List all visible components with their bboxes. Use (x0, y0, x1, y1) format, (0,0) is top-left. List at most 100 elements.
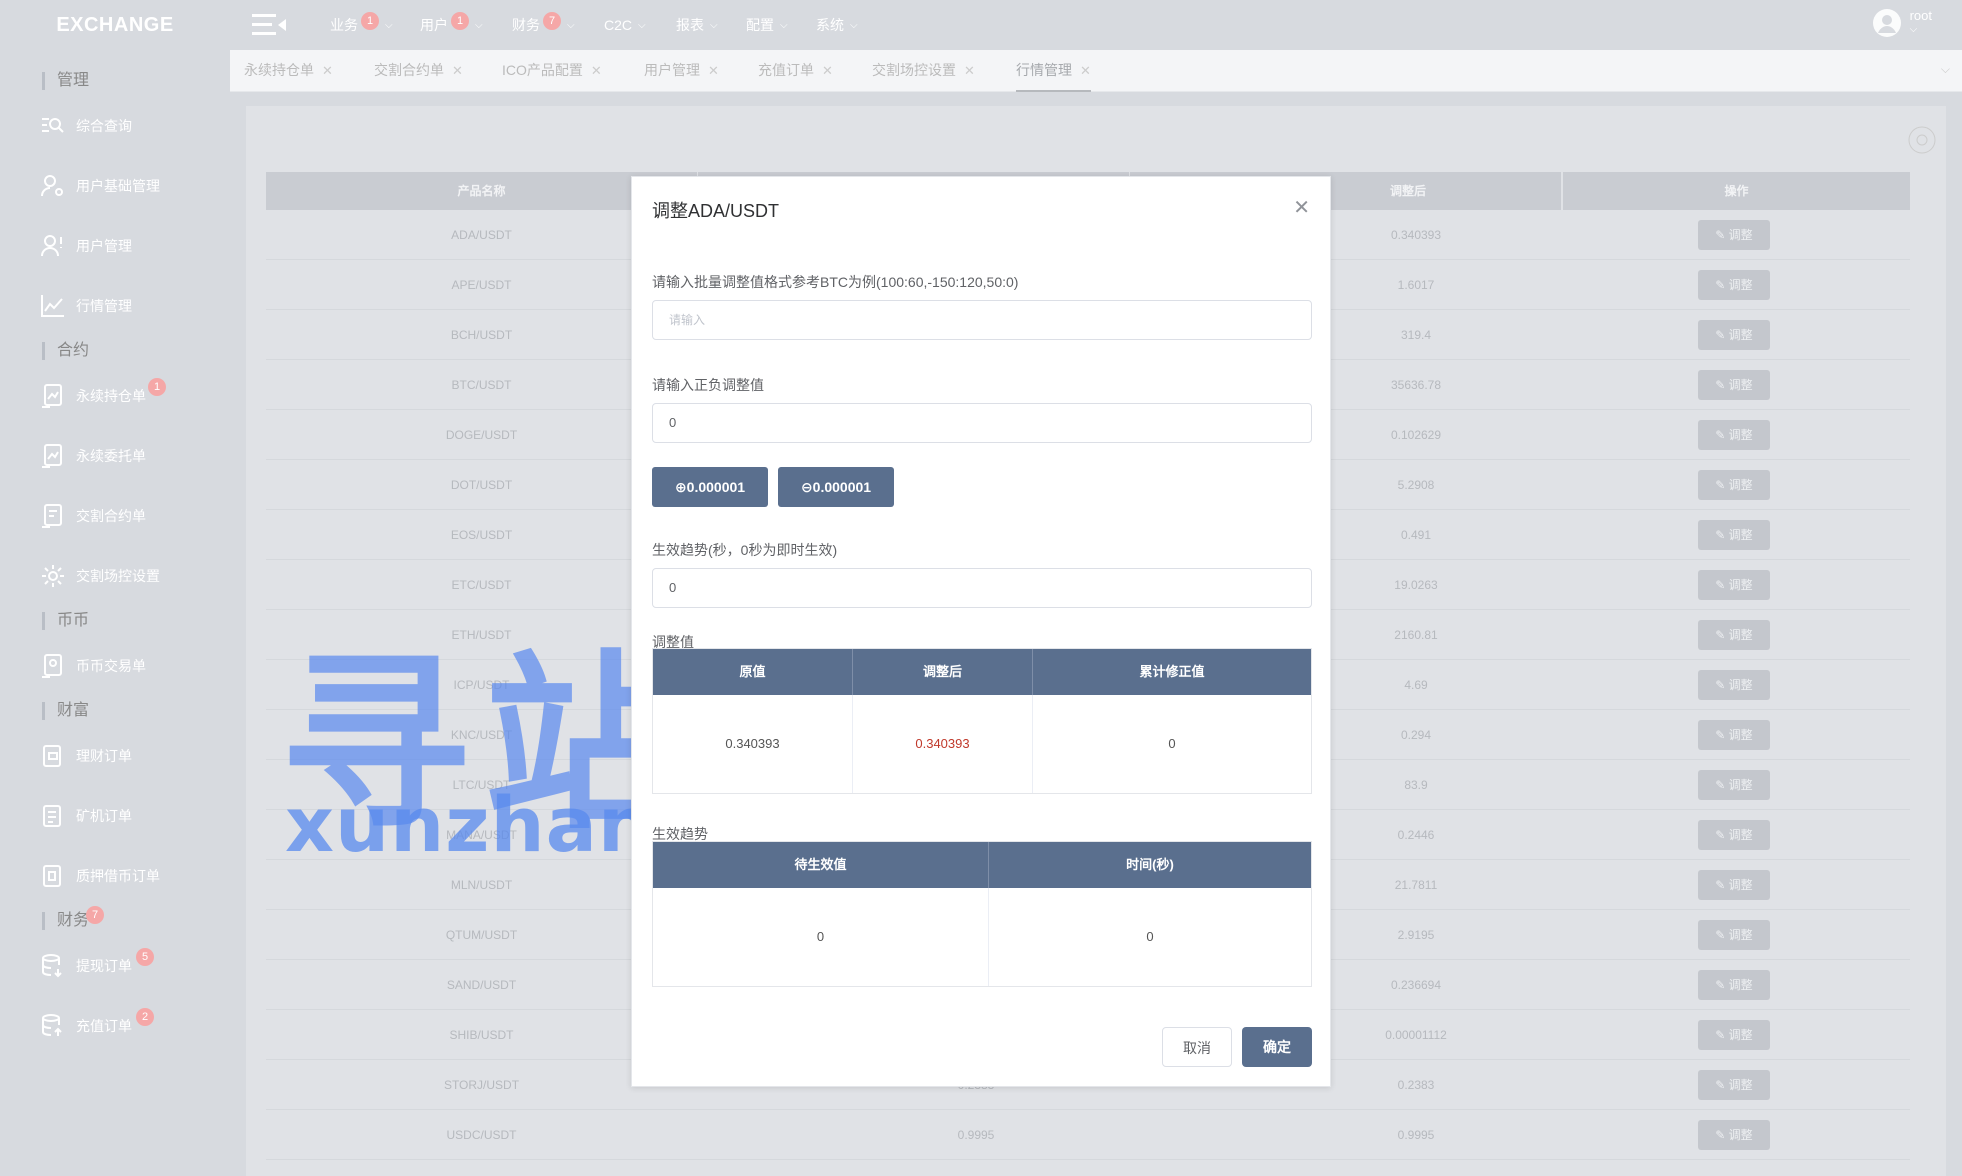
adjust-button[interactable]: ✎ 调整 (1698, 320, 1770, 350)
adjust-button[interactable]: ✎ 调整 (1698, 920, 1770, 950)
adjust-button[interactable]: ✎ 调整 (1698, 670, 1770, 700)
document-icon (42, 504, 62, 528)
tab-market-management[interactable]: 行情管理 ✕ (1016, 50, 1091, 92)
dialog-title: 调整ADA/USDT (652, 201, 780, 221)
tab-perpetual-positions[interactable]: 永续持仓单 ✕ (244, 50, 333, 92)
refresh-icon[interactable] (1908, 126, 1936, 154)
sidebar-item-perpetual-orders[interactable]: 永续委托单 (40, 436, 146, 476)
sidebar-item-label: 永续委托单 (76, 448, 146, 464)
sidebar-item-miner-orders[interactable]: 矿机订单 (40, 796, 132, 836)
sidebar-item-spot-orders[interactable]: 币币交易单 (40, 646, 146, 686)
sidebar-item-label: 永续持仓单 (76, 388, 146, 404)
column-header: 待生效值 (653, 842, 989, 888)
tab-label: 永续持仓单 (244, 62, 314, 78)
sidebar-item-label: 币币交易单 (76, 658, 146, 674)
top-menu-label: 报表 (676, 17, 704, 33)
notification-badge: 1 (148, 378, 166, 396)
sidebar-item-delivery-control[interactable]: 交割场控设置 (40, 556, 160, 596)
sidebar-item-deposit-orders[interactable]: 充值订单 2 (40, 1006, 154, 1046)
sidebar-item-withdraw-orders[interactable]: 提现订单 5 (40, 946, 154, 986)
top-menu-label: 财务 (512, 17, 540, 33)
close-icon[interactable]: ✕ (1293, 195, 1310, 220)
original-price-cell: 0.9995 (957, 1128, 995, 1142)
sidebar-item-label: 提现订单 (76, 958, 132, 974)
adjust-button[interactable]: ✎ 调整 (1698, 620, 1770, 650)
sidebar-item-label: 矿机订单 (76, 808, 132, 824)
sidebar-item-pledge-orders[interactable]: 质押借币订单 (40, 856, 160, 896)
close-icon[interactable]: ✕ (708, 63, 719, 78)
chevron-down-icon[interactable]: ⌵ (1941, 62, 1950, 77)
adjust-button[interactable]: ✎ 调整 (1698, 370, 1770, 400)
close-icon[interactable]: ✕ (822, 63, 833, 78)
tab-delivery-control[interactable]: 交割场控设置 ✕ (872, 50, 975, 92)
close-icon[interactable]: ✕ (452, 63, 463, 78)
cumulative-value: 0 (1168, 736, 1176, 751)
tab-label: 交割合约单 (374, 62, 444, 78)
adjust-button[interactable]: ✎ 调整 (1698, 1070, 1770, 1100)
sidebar-item-label: 用户管理 (76, 238, 132, 254)
chevron-down-icon: ⌵ (638, 19, 646, 31)
sidebar-item-label: 用户基础管理 (76, 178, 160, 194)
chevron-down-icon: ⌵ (780, 19, 788, 31)
time-seconds: 0 (1146, 929, 1154, 944)
top-bar: 业务 1 ⌵ 用户 1 ⌵ 财务 7 ⌵ C2C ⌵ 报表 ⌵ 配置 ⌵ 系统 … (230, 0, 1962, 50)
top-menu-business[interactable]: 业务 1 ⌵ (330, 0, 393, 50)
confirm-button[interactable]: 确定 (1242, 1027, 1312, 1067)
tab-delivery-contracts[interactable]: 交割合约单 ✕ (374, 50, 463, 92)
top-menu-user[interactable]: 用户 1 ⌵ (420, 0, 483, 50)
adjust-button[interactable]: ✎ 调整 (1698, 720, 1770, 750)
adjust-button[interactable]: ✎ 调整 (1698, 770, 1770, 800)
menu-collapse-icon[interactable] (252, 12, 288, 38)
list-doc-icon (43, 805, 61, 827)
column-header: 操作 (1562, 172, 1910, 210)
sidebar-item-query[interactable]: 综合查询 (40, 106, 132, 146)
adjust-button[interactable]: ✎ 调整 (1698, 220, 1770, 250)
adjust-button[interactable]: ✎ 调整 (1698, 1120, 1770, 1150)
document-chart-icon (42, 384, 62, 408)
tab-ico-config[interactable]: ICO产品配置 ✕ (502, 50, 602, 92)
sidebar-item-delivery-contracts[interactable]: 交割合约单 (40, 496, 146, 536)
adjust-button[interactable]: ✎ 调整 (1698, 1020, 1770, 1050)
section-wealth: 财富 (42, 702, 89, 720)
notification-badge: 1 (361, 12, 379, 30)
sidebar-item-user-basic[interactable]: 用户基础管理 (40, 166, 160, 206)
adjust-button[interactable]: ✎ 调整 (1698, 570, 1770, 600)
top-menu-report[interactable]: 报表 ⌵ (676, 0, 718, 50)
adjust-button[interactable]: ✎ 调整 (1698, 270, 1770, 300)
sidebar-item-wealth-orders[interactable]: 理财订单 (40, 736, 132, 776)
sidebar-item-label: 行情管理 (76, 298, 132, 314)
sidebar-item-market[interactable]: 行情管理 (40, 286, 132, 326)
close-icon[interactable]: ✕ (591, 63, 602, 78)
top-menu-c2c[interactable]: C2C ⌵ (604, 0, 646, 50)
cancel-button[interactable]: 取消 (1162, 1027, 1232, 1067)
effect-seconds-input[interactable]: 0 (652, 568, 1312, 608)
tab-deposit-orders[interactable]: 充值订单 ✕ (758, 50, 833, 92)
close-icon[interactable]: ✕ (322, 63, 333, 78)
user-menu[interactable]: root ⌵ (1872, 8, 1932, 38)
decrement-button[interactable]: ⊖0.000001 (778, 467, 894, 507)
adjust-button[interactable]: ✎ 调整 (1698, 420, 1770, 450)
tab-label: 行情管理 (1016, 62, 1072, 78)
close-icon[interactable]: ✕ (964, 63, 975, 78)
section-spot: 币币 (42, 612, 89, 630)
adjust-button[interactable]: ✎ 调整 (1698, 820, 1770, 850)
close-icon[interactable]: ✕ (1080, 63, 1091, 78)
top-menu-config[interactable]: 配置 ⌵ (746, 0, 788, 50)
adjust-button[interactable]: ✎ 调整 (1698, 970, 1770, 1000)
batch-input[interactable]: 请输入 (652, 300, 1312, 340)
adjust-button[interactable]: ✎ 调整 (1698, 870, 1770, 900)
sidebar-item-label: 充值订单 (76, 1018, 132, 1034)
top-menu-finance[interactable]: 财务 7 ⌵ (512, 0, 575, 50)
top-menu-system[interactable]: 系统 ⌵ (816, 0, 858, 50)
sidebar-item-perpetual-positions[interactable]: 永续持仓单 1 (40, 376, 166, 416)
column-header: 原值 (653, 649, 853, 695)
tab-user-management[interactable]: 用户管理 ✕ (644, 50, 719, 92)
increment-button[interactable]: ⊕0.000001 (652, 467, 768, 507)
sidebar-item-label: 质押借币订单 (76, 868, 160, 884)
adjust-button[interactable]: ✎ 调整 (1698, 520, 1770, 550)
sidebar-item-users[interactable]: 用户管理 (40, 226, 132, 266)
adjust-button[interactable]: ✎ 调整 (1698, 470, 1770, 500)
product-name-cell: USDC/USDT (446, 1128, 517, 1142)
section-finance: 财务 (42, 912, 89, 930)
adjust-input[interactable]: 0 (652, 403, 1312, 443)
